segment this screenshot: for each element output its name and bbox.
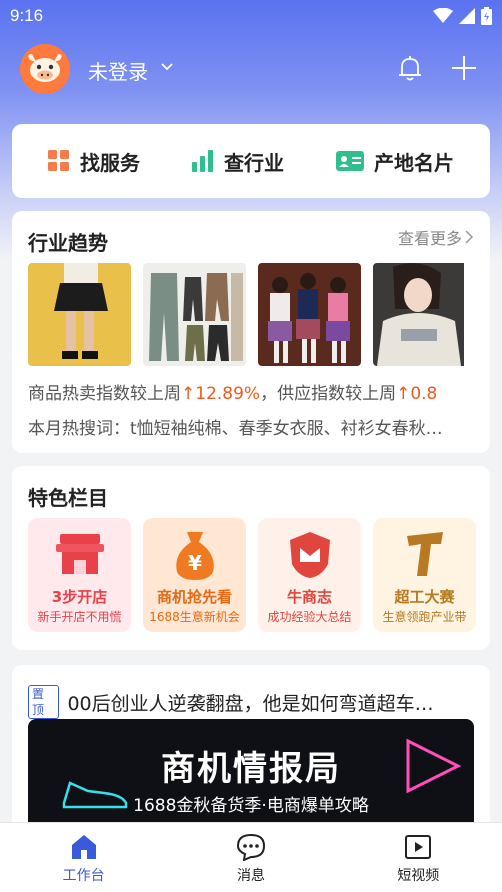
view-more-link[interactable]: 查看更多: [398, 225, 474, 249]
sell-index-value: 12.89%: [195, 384, 261, 404]
opportunity-title: 商机抢先看: [156, 588, 232, 606]
hot-search-text: 本月热搜词：t恤短袖纯棉、春季女衣服、衬衫女春秋…: [28, 419, 443, 439]
trend-thumbnails: [28, 263, 476, 366]
origin-card-button[interactable]: 产地名片: [336, 147, 454, 176]
pinned-badge: 置顶: [28, 685, 60, 719]
view-more-label: 查看更多: [397, 229, 462, 248]
pants-photo: [143, 263, 246, 366]
svg-text:¥: ¥: [188, 551, 202, 575]
factory-t-icon: [406, 532, 443, 576]
pinned-news-card[interactable]: 置顶 00后创业人逆袭翻盘，他是如何弯道超车… 商机情报局 1688金秋备货季·…: [12, 665, 490, 845]
skirt-photo: [28, 263, 131, 366]
login-label[interactable]: 未登录: [88, 56, 148, 85]
tab-short-video-label: 短视频: [397, 868, 440, 884]
shield-icon: [289, 532, 330, 578]
battery-icon: [481, 7, 492, 25]
trend-index-text: 商品热卖指数较上周↑12.89%，供应指数较上周↑0.8: [28, 379, 437, 404]
featured-title: 特色栏目: [28, 486, 108, 510]
news-title[interactable]: 00后创业人逆袭翻盘，他是如何弯道超车…: [67, 689, 478, 716]
bottom-tab-bar: 工作台 消息 短视频: [0, 822, 502, 892]
product-thumbnail[interactable]: [258, 263, 361, 366]
chevron-right-icon: [465, 230, 474, 244]
tab-short-video[interactable]: 短视频: [335, 823, 502, 892]
up-arrow-icon: ↑: [396, 384, 411, 404]
featured-columns-card: 特色栏目 3步开店 新手开店不用慌 ¥ 商机抢先看 1688生意新机会 牛商志 …: [12, 466, 490, 650]
chevron-down-icon[interactable]: [160, 60, 174, 74]
id-card-icon: [336, 151, 364, 171]
product-thumbnail[interactable]: [373, 263, 476, 366]
money-bag-icon: ¥: [175, 532, 214, 580]
banner-title: 商机情报局: [161, 749, 341, 789]
opportunity-card[interactable]: ¥ 商机抢先看 1688生意新机会: [143, 518, 246, 632]
origin-card-label: 产地名片: [374, 150, 454, 175]
status-bar: 9:16: [0, 0, 502, 34]
signal-icon: [459, 8, 475, 24]
open-shop-title: 3步开店: [51, 588, 108, 606]
quick-nav-card: 找服务 查行业 产地名片: [12, 124, 490, 198]
plus-icon[interactable]: [450, 54, 478, 82]
open-shop-card[interactable]: 3步开店 新手开店不用慌: [28, 518, 131, 632]
check-industry-label: 查行业: [224, 150, 284, 175]
uniform-photo: [258, 263, 361, 366]
factory-contest-subtitle: 生意领跑产业带: [382, 610, 467, 624]
bar-chart-icon: [192, 150, 213, 172]
hoodie-photo: [373, 263, 464, 366]
find-service-button[interactable]: 找服务: [48, 147, 140, 176]
product-thumbnail[interactable]: [28, 263, 131, 366]
supply-index-value: 0.8: [410, 384, 438, 404]
top-bar: 未登录: [0, 42, 502, 94]
tab-workbench[interactable]: 工作台: [0, 823, 167, 892]
open-shop-subtitle: 新手开店不用慌: [37, 610, 122, 624]
trend-title: 行业趋势: [28, 231, 108, 255]
up-arrow-icon: ↑: [181, 384, 196, 404]
factory-contest-title: 超工大赛: [394, 588, 455, 606]
tab-messages[interactable]: 消息: [167, 823, 334, 892]
cow-avatar-icon: [20, 44, 70, 94]
industry-trend-card: 行业趋势 查看更多 商品热卖指数较上周↑12.89%，供应指数较上周↑0.8 本…: [12, 211, 490, 453]
message-icon: [236, 833, 265, 861]
status-time: 9:16: [10, 6, 44, 25]
tab-messages-label: 消息: [236, 868, 265, 884]
avatar[interactable]: [20, 44, 70, 94]
tab-workbench-label: 工作台: [62, 868, 105, 884]
wifi-icon: [433, 8, 453, 23]
supply-index-label: ，供应指数较上周: [260, 384, 397, 404]
video-icon: [405, 835, 432, 859]
sell-index-label: 商品热卖指数较上周: [28, 384, 181, 404]
product-thumbnail[interactable]: [143, 263, 246, 366]
check-industry-button[interactable]: 查行业: [192, 147, 284, 176]
bell-icon[interactable]: [396, 54, 424, 82]
opportunity-subtitle: 1688生意新机会: [149, 610, 240, 624]
merchant-story-title: 牛商志: [286, 588, 332, 606]
grid-icon: [48, 150, 69, 171]
find-service-label: 找服务: [80, 150, 140, 175]
factory-contest-card[interactable]: 超工大赛 生意领跑产业带: [373, 518, 476, 632]
banner-subtitle: 1688金秋备货季·电商爆单攻略: [133, 796, 369, 816]
merchant-story-card[interactable]: 牛商志 成功经验大总结: [258, 518, 361, 632]
merchant-story-subtitle: 成功经验大总结: [267, 610, 352, 624]
home-icon: [71, 835, 96, 859]
shop-icon: [55, 534, 104, 574]
